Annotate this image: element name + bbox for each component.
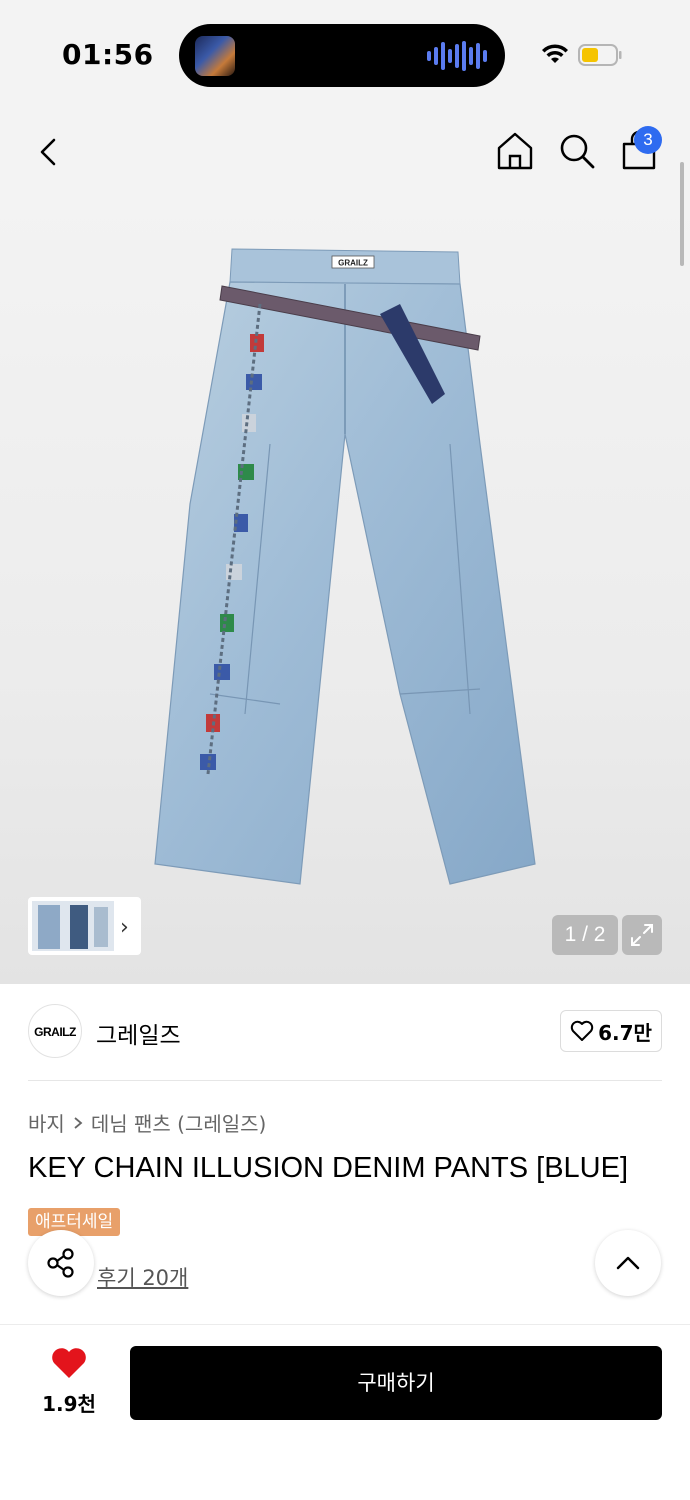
brand-logo[interactable]: GRAILZ bbox=[28, 1004, 82, 1058]
brand-tag-label: GRAILZ bbox=[338, 259, 368, 268]
brand-name[interactable]: 그레일즈 bbox=[96, 1016, 181, 1050]
chevron-up-icon bbox=[616, 1256, 640, 1270]
now-playing-artwork bbox=[195, 36, 235, 76]
heart-outline-icon bbox=[570, 1020, 594, 1041]
thumbnail-strip[interactable]: › bbox=[28, 897, 141, 955]
search-icon[interactable] bbox=[556, 130, 598, 172]
top-nav-bar bbox=[0, 110, 690, 200]
audio-wave-icon bbox=[427, 40, 487, 72]
cart-count-badge: 3 bbox=[634, 126, 662, 154]
brand-like-count: 6.7만 bbox=[598, 1020, 652, 1045]
breadcrumb-subcategory[interactable]: 데님 팬츠 (그레일즈) bbox=[91, 1108, 267, 1137]
review-link[interactable]: 후기 20개 bbox=[97, 1262, 188, 1292]
breadcrumb-category[interactable]: 바지 bbox=[28, 1108, 65, 1137]
chevron-right-icon[interactable]: › bbox=[120, 915, 129, 940]
product-thumbnail[interactable] bbox=[32, 901, 114, 951]
dynamic-island[interactable] bbox=[179, 24, 505, 87]
brand-like-button[interactable]: 6.7만 bbox=[560, 1010, 662, 1052]
wifi-icon bbox=[542, 44, 568, 63]
product-image: GRAILZ bbox=[154, 248, 536, 885]
back-arrow-icon[interactable] bbox=[30, 132, 70, 172]
share-icon bbox=[47, 1248, 74, 1278]
scrollbar[interactable] bbox=[680, 162, 684, 266]
product-title: KEY CHAIN ILLUSION DENIM PANTS [BLUE] bbox=[28, 1152, 629, 1184]
expand-image-button[interactable] bbox=[622, 915, 662, 955]
scroll-to-top-button[interactable] bbox=[595, 1230, 661, 1296]
heart-filled-icon[interactable] bbox=[50, 1346, 88, 1380]
wish-count: 1.9천 bbox=[42, 1392, 96, 1416]
expand-icon bbox=[631, 924, 653, 946]
buy-button[interactable]: 구매하기 bbox=[130, 1346, 662, 1420]
divider bbox=[28, 1080, 662, 1081]
battery-icon bbox=[578, 44, 622, 66]
status-bar: 01:56 bbox=[0, 0, 690, 110]
breadcrumb: 바지 데님 팬츠 (그레일즈) bbox=[28, 1108, 266, 1137]
chevron-right-icon bbox=[74, 1116, 83, 1129]
share-button[interactable] bbox=[28, 1230, 94, 1296]
product-image-gallery[interactable]: GRAILZ › 1 / 2 bbox=[0, 200, 690, 984]
home-icon[interactable] bbox=[494, 130, 536, 172]
status-time: 01:56 bbox=[62, 38, 154, 71]
image-page-counter: 1 / 2 bbox=[552, 915, 618, 955]
